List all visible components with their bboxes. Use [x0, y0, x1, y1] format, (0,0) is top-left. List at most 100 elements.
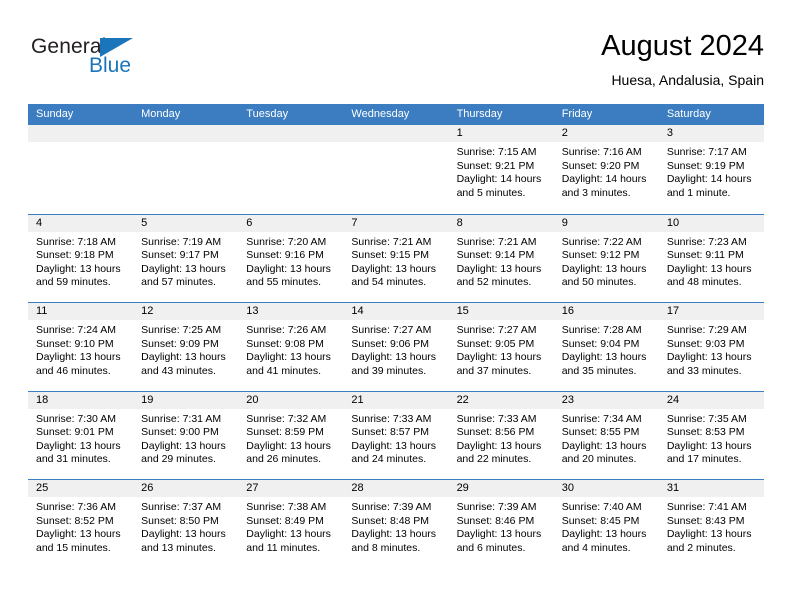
day-details: [238, 142, 343, 146]
day-detail-line: Sunrise: 7:40 AM: [561, 501, 642, 513]
day-details: Sunrise: 7:29 AM Sunset: 9:03 PM Daylight:…: [659, 320, 764, 378]
day-number-band: 6: [238, 214, 344, 232]
day-number: 20: [246, 393, 259, 406]
day-number-band: 1: [448, 125, 554, 142]
day-number-band: 27: [238, 480, 344, 497]
day-details: Sunrise: 7:39 AM Sunset: 8:48 PM Daylight:…: [343, 497, 448, 555]
day-detail-line: Sunrise: 7:18 AM: [36, 235, 116, 248]
day-number-band: 10: [658, 214, 764, 232]
day-cell-empty: [133, 125, 239, 214]
day-number-band: 23: [553, 391, 659, 409]
day-detail-line: Sunrise: 7:27 AM: [456, 324, 537, 336]
day-detail-line: Sunset: 8:46 PM: [456, 514, 535, 527]
day-cell[interactable]: 16 Sunrise: 7:28 AM Sunset: 9:04 PM Dayligh…: [553, 303, 659, 391]
day-detail-line: and 8 minutes.: [351, 541, 421, 554]
day-cell-empty: [238, 125, 344, 214]
day-detail-line: Daylight: 13 hours: [351, 528, 437, 541]
day-number-band: 5: [133, 214, 239, 232]
day-number: 25: [36, 482, 49, 494]
day-details: Sunrise: 7:33 AM Sunset: 8:57 PM Daylight:…: [343, 409, 448, 467]
day-details: Sunrise: 7:17 AM Sunset: 9:19 PM Daylight:…: [659, 142, 764, 200]
day-number-band: 28: [343, 480, 449, 497]
day-cell[interactable]: 26 Sunrise: 7:37 AM Sunset: 8:50 PM Dayligh…: [133, 480, 239, 568]
day-detail-line: and 35 minutes.: [561, 364, 637, 377]
day-detail-line: Daylight: 13 hours: [141, 528, 226, 541]
day-cell[interactable]: 23 Sunrise: 7:34 AM Sunset: 8:55 PM Dayligh…: [553, 391, 659, 479]
day-cell[interactable]: 2 Sunrise: 7:16 AM Sunset: 9:20 PM Daylight…: [553, 125, 659, 214]
day-detail-line: Daylight: 13 hours: [141, 351, 226, 364]
day-details: [343, 142, 448, 146]
day-detail-line: Sunrise: 7:27 AM: [351, 324, 432, 336]
day-number: 2: [561, 127, 568, 139]
calendar-grid: Sunday Monday Tuesday Wednesday Thursday Frid…: [28, 104, 764, 568]
day-cell[interactable]: 20 Sunrise: 7:32 AM Sunset: 8:59 PM Dayligh…: [238, 391, 344, 479]
day-number: 28: [351, 482, 364, 494]
day-cell[interactable]: 30 Sunrise: 7:40 AM Sunset: 8:45 PM Dayligh…: [553, 480, 659, 568]
day-details: Sunrise: 7:22 AM Sunset: 9:12 PM Daylight:…: [554, 232, 659, 290]
day-detail-line: Daylight: 13 hours: [456, 439, 542, 452]
day-cell[interactable]: 15 Sunrise: 7:27 AM Sunset: 9:05 PM Dayligh…: [448, 303, 554, 391]
day-detail-line: Sunrise: 7:17 AM: [666, 146, 747, 158]
day-detail-line: Sunset: 8:59 PM: [246, 426, 324, 439]
day-detail-line: and 22 minutes.: [456, 453, 532, 466]
day-detail-line: Sunset: 9:06 PM: [351, 337, 430, 350]
day-cell[interactable]: 25 Sunrise: 7:36 AM Sunset: 8:52 PM Dayligh…: [28, 480, 134, 568]
weekday-header-monday: Monday: [141, 108, 181, 120]
day-detail-line: Sunset: 9:17 PM: [141, 249, 219, 262]
day-detail-line: and 52 minutes.: [456, 276, 532, 289]
day-number-band: [28, 125, 134, 142]
brand-logo[interactable]: General Blue: [31, 36, 201, 88]
day-detail-line: Sunrise: 7:30 AM: [36, 412, 116, 425]
day-cell[interactable]: 28 Sunrise: 7:39 AM Sunset: 8:48 PM Dayligh…: [343, 480, 449, 568]
day-cell[interactable]: 19 Sunrise: 7:31 AM Sunset: 9:00 PM Dayligh…: [133, 391, 239, 479]
day-details: Sunrise: 7:32 AM Sunset: 8:59 PM Daylight:…: [238, 409, 343, 467]
day-detail-line: Daylight: 13 hours: [351, 439, 437, 452]
day-details: Sunrise: 7:39 AM Sunset: 8:46 PM Daylight:…: [449, 497, 554, 555]
day-detail-line: Daylight: 13 hours: [351, 351, 437, 364]
day-detail-line: Daylight: 13 hours: [141, 262, 226, 275]
day-cell[interactable]: 27 Sunrise: 7:38 AM Sunset: 8:49 PM Dayligh…: [238, 480, 344, 568]
page-title: August 2024: [601, 30, 764, 62]
day-number-band: 9: [553, 214, 659, 232]
day-cell[interactable]: 21 Sunrise: 7:33 AM Sunset: 8:57 PM Dayligh…: [343, 391, 449, 479]
day-detail-line: and 48 minutes.: [666, 276, 742, 289]
day-number-band: [343, 125, 449, 142]
day-cell[interactable]: 6 Sunrise: 7:20 AM Sunset: 9:16 PM Daylight…: [238, 214, 344, 302]
day-details: Sunrise: 7:19 AM Sunset: 9:17 PM Daylight:…: [133, 232, 238, 290]
day-cell[interactable]: 12 Sunrise: 7:25 AM Sunset: 9:09 PM Dayligh…: [133, 303, 239, 391]
day-number: 24: [666, 393, 680, 406]
day-detail-line: Sunset: 8:56 PM: [456, 426, 535, 439]
day-cell[interactable]: 31 Sunrise: 7:41 AM Sunset: 8:43 PM Dayligh…: [658, 480, 764, 568]
day-cell[interactable]: 24 Sunrise: 7:35 AM Sunset: 8:53 PM Dayligh…: [658, 391, 764, 479]
day-detail-line: and 24 minutes.: [351, 453, 427, 466]
day-cell[interactable]: 1 Sunrise: 7:15 AM Sunset: 9:21 PM Daylight…: [448, 125, 554, 214]
day-cell[interactable]: 5 Sunrise: 7:19 AM Sunset: 9:17 PM Daylight…: [133, 214, 239, 302]
day-number: 7: [351, 216, 358, 229]
day-cell[interactable]: 3 Sunrise: 7:17 AM Sunset: 9:19 PM Daylight…: [658, 125, 764, 214]
day-cell[interactable]: 11 Sunrise: 7:24 AM Sunset: 9:10 PM Dayligh…: [28, 303, 134, 391]
day-cell[interactable]: 14 Sunrise: 7:27 AM Sunset: 9:06 PM Dayligh…: [343, 303, 449, 391]
day-cell[interactable]: 9 Sunrise: 7:22 AM Sunset: 9:12 PM Daylight…: [553, 214, 659, 302]
day-cell[interactable]: 29 Sunrise: 7:39 AM Sunset: 8:46 PM Dayligh…: [448, 480, 554, 568]
calendar-weeks: 1 Sunrise: 7:15 AM Sunset: 9:21 PM Daylight…: [28, 125, 764, 568]
day-details: Sunrise: 7:35 AM Sunset: 8:53 PM Daylight:…: [659, 409, 764, 467]
day-cell[interactable]: 22 Sunrise: 7:33 AM Sunset: 8:56 PM Dayligh…: [448, 391, 554, 479]
day-cell-empty: [28, 125, 134, 214]
day-number: 15: [456, 305, 469, 317]
day-number: 8: [456, 216, 463, 229]
day-detail-line: and 5 minutes.: [456, 186, 526, 199]
day-cell[interactable]: 4 Sunrise: 7:18 AM Sunset: 9:18 PM Daylight…: [28, 214, 134, 302]
day-number: 11: [36, 305, 48, 317]
day-detail-line: Daylight: 13 hours: [36, 262, 121, 275]
day-details: Sunrise: 7:24 AM Sunset: 9:10 PM Daylight:…: [28, 320, 133, 378]
day-cell[interactable]: 10 Sunrise: 7:23 AM Sunset: 9:11 PM Dayligh…: [658, 214, 764, 302]
day-cell[interactable]: 17 Sunrise: 7:29 AM Sunset: 9:03 PM Dayligh…: [658, 303, 764, 391]
day-cell[interactable]: 8 Sunrise: 7:21 AM Sunset: 9:14 PM Daylight…: [448, 214, 554, 302]
day-number-band: [238, 125, 344, 142]
day-detail-line: Sunrise: 7:23 AM: [666, 235, 747, 248]
day-detail-line: Sunset: 9:18 PM: [36, 249, 114, 262]
day-number: 21: [351, 393, 364, 406]
day-cell[interactable]: 7 Sunrise: 7:21 AM Sunset: 9:15 PM Daylight…: [343, 214, 449, 302]
day-cell[interactable]: 13 Sunrise: 7:26 AM Sunset: 9:08 PM Dayligh…: [238, 303, 344, 391]
day-cell[interactable]: 18 Sunrise: 7:30 AM Sunset: 9:01 PM Dayligh…: [28, 391, 134, 479]
